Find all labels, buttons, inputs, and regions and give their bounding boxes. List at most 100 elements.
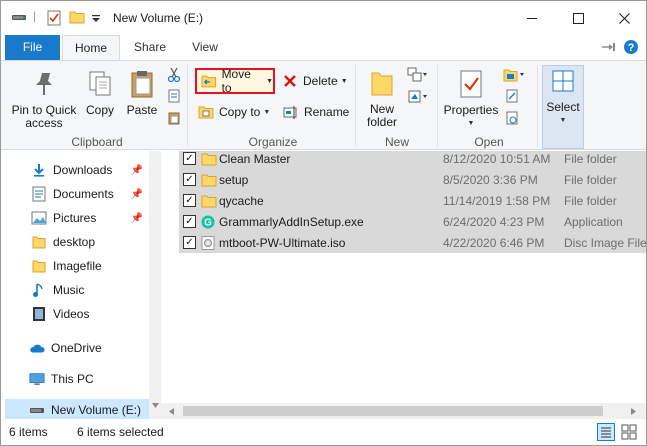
file-name: qycache xyxy=(219,193,264,208)
nav-item-new-volume[interactable]: New Volume (E:) xyxy=(5,399,149,419)
select-button[interactable]: Select ▼ xyxy=(542,65,584,149)
file-row[interactable]: ✓ Clean Master 8/12/2020 10:51 AM File f… xyxy=(179,151,646,169)
clipboard-group-label: Clipboard xyxy=(71,135,123,149)
details-view-icon[interactable] xyxy=(597,423,615,441)
group-separator xyxy=(437,65,438,147)
new-folder-button[interactable]: New folder xyxy=(361,69,403,129)
rename-label: Rename xyxy=(304,105,350,119)
status-bar: 6 items 6 items selected xyxy=(1,419,646,445)
scrollbar-thumb[interactable] xyxy=(183,406,603,416)
new-folder-quick-icon[interactable] xyxy=(69,10,85,27)
nav-item-downloads[interactable]: Downloads 📌 xyxy=(31,159,159,181)
easy-access-icon[interactable] xyxy=(407,89,429,108)
nav-item-label: Music xyxy=(53,283,85,297)
paste-label: Paste xyxy=(126,103,158,117)
file-date: 6/24/2020 4:23 PM xyxy=(443,214,545,229)
copy-to-icon xyxy=(198,106,214,119)
file-row[interactable]: ✓ mtboot-PW-Ultimate.iso 4/22/2020 6:46 … xyxy=(179,232,646,253)
new-item-icon[interactable] xyxy=(407,67,429,86)
tab-view[interactable]: View xyxy=(179,35,231,60)
file-type: Disc Image File xyxy=(564,235,646,250)
maximize-button[interactable] xyxy=(555,1,601,35)
group-separator xyxy=(537,65,538,147)
paste-icon xyxy=(131,71,153,98)
new-group-label: New xyxy=(384,135,409,149)
minimize-ribbon-icon[interactable] xyxy=(601,41,617,56)
cloud-icon xyxy=(29,340,45,356)
organize-group-label: Organize xyxy=(248,135,298,149)
copy-to-button[interactable]: Copy to ▼ xyxy=(198,102,270,122)
large-icons-view-icon[interactable] xyxy=(621,424,637,443)
disc-image-icon xyxy=(201,235,217,250)
pin-icon[interactable]: 📌 xyxy=(131,213,143,224)
file-date: 8/5/2020 3:36 PM xyxy=(443,172,538,187)
select-label: Select xyxy=(546,100,580,114)
download-icon xyxy=(31,162,47,178)
nav-item-imagefile[interactable]: Imagefile xyxy=(31,255,159,277)
row-checkbox[interactable]: ✓ xyxy=(183,194,196,207)
row-checkbox[interactable]: ✓ xyxy=(183,215,196,228)
horizontal-scrollbar[interactable] xyxy=(161,403,646,419)
move-to-button[interactable]: Move to ▼ xyxy=(195,67,275,95)
edit-icon[interactable] xyxy=(505,89,519,106)
pin-icon[interactable]: 📌 xyxy=(131,189,143,200)
pc-icon xyxy=(29,371,45,387)
quick-access-dropdown-icon[interactable] xyxy=(91,13,101,27)
folder-icon xyxy=(31,234,47,250)
pin-icon[interactable]: 📌 xyxy=(131,165,143,176)
paste-button[interactable]: Paste xyxy=(123,69,161,117)
folder-icon xyxy=(201,152,217,166)
row-checkbox[interactable]: ✓ xyxy=(183,173,196,186)
title-separator: | xyxy=(33,9,37,23)
copy-button[interactable]: Copy xyxy=(83,69,117,117)
file-date: 11/14/2019 1:58 PM xyxy=(443,193,551,208)
file-name: Clean Master xyxy=(219,151,291,166)
tab-share[interactable]: Share xyxy=(123,35,177,60)
nav-item-label: Documents xyxy=(53,187,114,201)
nav-item-label: Imagefile xyxy=(53,259,102,273)
nav-item-label: New Volume (E:) xyxy=(51,403,142,417)
row-checkbox[interactable]: ✓ xyxy=(183,152,196,165)
nav-item-documents[interactable]: Documents 📌 xyxy=(31,183,159,205)
pin-to-quick-access-button[interactable]: Pin to Quick access xyxy=(11,69,77,130)
drive-icon xyxy=(11,10,27,27)
nav-item-videos[interactable]: Videos xyxy=(31,303,159,325)
properties-quick-icon[interactable] xyxy=(47,10,61,29)
nav-scrollbar[interactable] xyxy=(149,151,161,419)
copy-path-icon[interactable] xyxy=(167,89,181,106)
help-icon[interactable]: ? xyxy=(623,39,639,58)
file-type: File folder xyxy=(564,193,617,208)
rename-button[interactable]: Rename xyxy=(283,102,349,122)
properties-button[interactable]: Properties ▼ xyxy=(441,69,501,130)
group-separator xyxy=(355,65,356,147)
scroll-left-arrow-icon[interactable] xyxy=(169,408,175,415)
folder-icon xyxy=(31,258,47,274)
open-icon[interactable] xyxy=(503,67,527,86)
nav-item-desktop[interactable]: desktop xyxy=(31,231,159,253)
chevron-down-icon: ▼ xyxy=(263,108,271,116)
nav-item-pictures[interactable]: Pictures 📌 xyxy=(31,207,159,229)
scroll-down-arrow-icon[interactable] xyxy=(152,403,159,409)
row-checkbox[interactable]: ✓ xyxy=(183,236,196,249)
tab-home[interactable]: Home xyxy=(62,35,120,61)
file-row[interactable]: ✓ setup 8/5/2020 3:36 PM File folder xyxy=(179,169,646,190)
nav-item-onedrive[interactable]: OneDrive xyxy=(29,337,157,359)
chevron-down-icon: ▼ xyxy=(559,117,567,124)
properties-icon xyxy=(460,70,482,98)
scroll-right-arrow-icon[interactable] xyxy=(631,408,637,415)
file-type: File folder xyxy=(564,172,617,187)
file-name: mtboot-PW-Ultimate.iso xyxy=(219,235,346,250)
minimize-button[interactable] xyxy=(509,1,555,35)
title-bar: | New Volume (E:) xyxy=(1,1,646,35)
file-row[interactable]: ✓ qycache 11/14/2019 1:58 PM File folder xyxy=(179,190,646,211)
close-button[interactable] xyxy=(601,1,647,35)
cut-icon[interactable] xyxy=(167,67,181,86)
delete-button[interactable]: Delete ▼ xyxy=(283,71,348,91)
move-to-icon xyxy=(201,75,217,88)
file-row[interactable]: ✓ G GrammarlyAddInSetup.exe 6/24/2020 4:… xyxy=(179,211,646,232)
tab-file[interactable]: File xyxy=(5,35,60,60)
paste-shortcut-icon[interactable] xyxy=(167,111,181,128)
nav-item-music[interactable]: Music xyxy=(31,279,159,301)
history-icon[interactable] xyxy=(505,111,519,128)
nav-item-this-pc[interactable]: This PC xyxy=(29,368,157,390)
